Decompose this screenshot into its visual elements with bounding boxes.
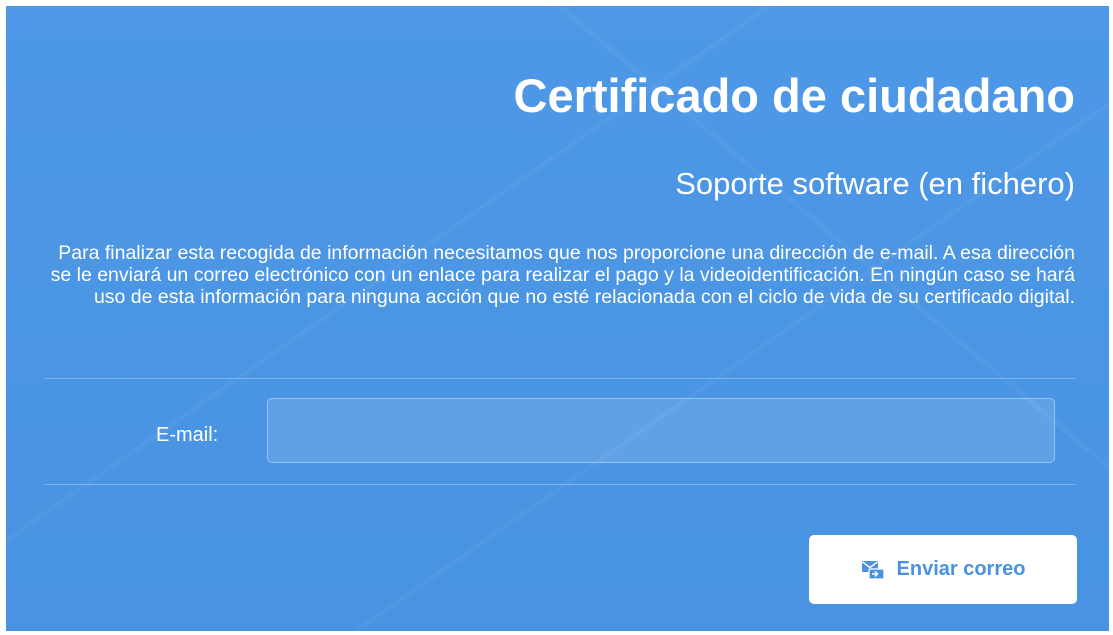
send-email-button-label: Enviar correo — [896, 558, 1026, 580]
mail-send-icon — [861, 560, 885, 580]
divider-top — [44, 378, 1076, 379]
email-label: E-mail: — [156, 424, 219, 446]
page-title: Certificado de ciudadano — [513, 69, 1075, 122]
divider-bottom — [44, 484, 1076, 485]
page-subtitle: Soporte software (en fichero) — [675, 166, 1075, 201]
email-field[interactable] — [267, 398, 1055, 463]
certificate-panel: Certificado de ciudadano Soporte softwar… — [6, 6, 1109, 631]
intro-text: Para finalizar esta recogida de informac… — [50, 242, 1075, 308]
send-email-button[interactable]: Enviar correo — [809, 535, 1077, 604]
